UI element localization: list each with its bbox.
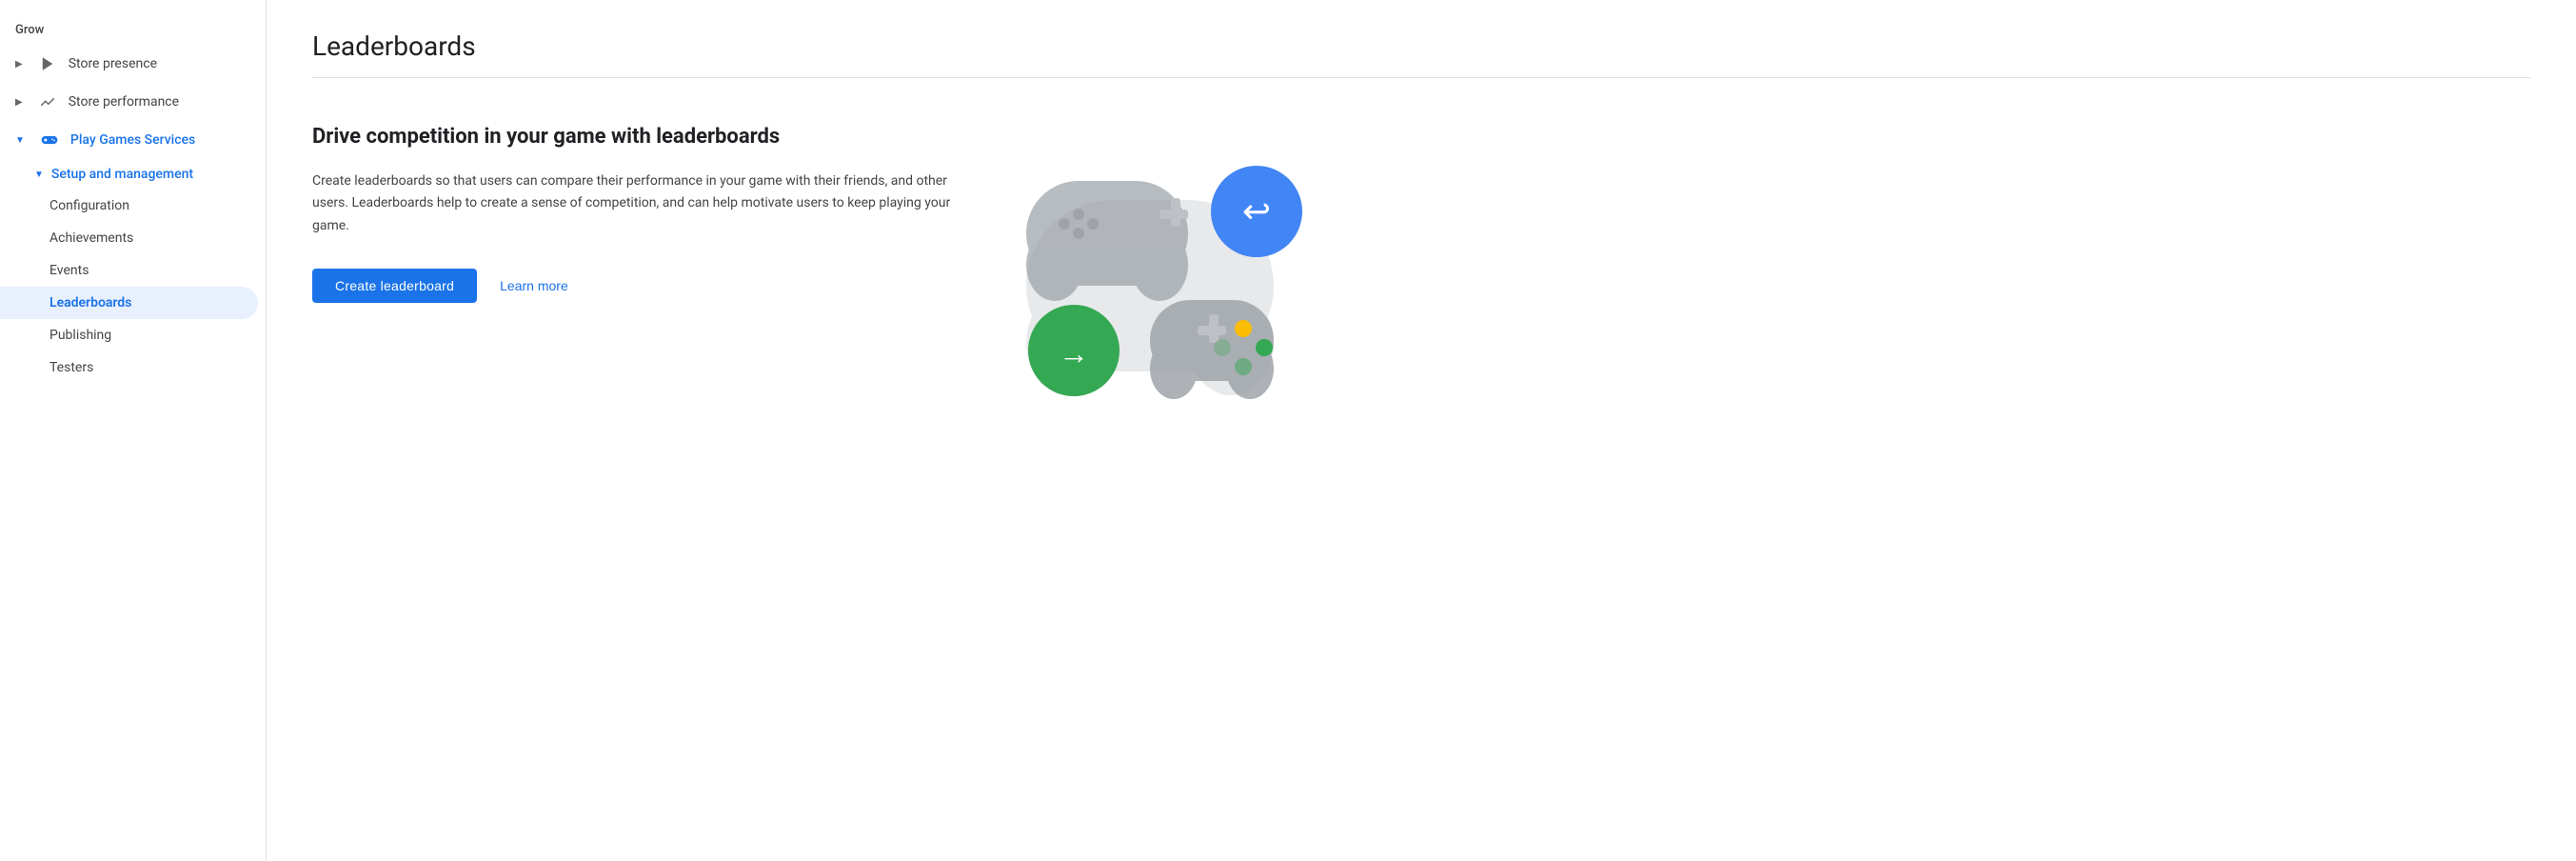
grow-label: Grow bbox=[0, 15, 266, 45]
action-row: Create leaderboard Learn more bbox=[312, 269, 960, 303]
content-area: Drive competition in your game with lead… bbox=[312, 124, 2530, 448]
sub-item-label: Events bbox=[50, 263, 89, 278]
sub-section-setup-management: ▼ Setup and management Configuration Ach… bbox=[0, 159, 266, 384]
sub-item-label: Leaderboards bbox=[50, 295, 131, 310]
section-body: Create leaderboards so that users can co… bbox=[312, 170, 960, 238]
learn-more-link[interactable]: Learn more bbox=[500, 269, 568, 303]
chevron-right-icon: ▶ bbox=[15, 59, 23, 70]
create-leaderboard-button[interactable]: Create leaderboard bbox=[312, 269, 477, 303]
sub-section-label[interactable]: Setup and management bbox=[51, 167, 193, 182]
gamepad-icon bbox=[40, 130, 59, 150]
chevron-right-icon: ▶ bbox=[15, 97, 23, 108]
sidebar-item-label: Play Games Services bbox=[70, 132, 195, 148]
sidebar-item-store-presence[interactable]: ▶ Store presence bbox=[0, 45, 258, 83]
sub-item-label: Configuration bbox=[50, 198, 129, 213]
sidebar-item-achievements[interactable]: Achievements bbox=[0, 222, 258, 254]
sub-item-label: Publishing bbox=[50, 328, 111, 343]
illustration: ↩ → bbox=[998, 124, 1302, 448]
sidebar-item-store-performance[interactable]: ▶ Store performance bbox=[0, 83, 258, 121]
chevron-down-icon: ▼ bbox=[15, 135, 25, 146]
sidebar-item-publishing[interactable]: Publishing bbox=[0, 319, 258, 351]
play-icon bbox=[38, 54, 57, 73]
sidebar: Grow ▶ Store presence ▶ Store performanc… bbox=[0, 0, 267, 861]
main-content: Leaderboards Drive competition in your g… bbox=[267, 0, 2576, 861]
sub-item-label: Achievements bbox=[50, 230, 133, 246]
page-title: Leaderboards bbox=[312, 30, 2530, 62]
sub-item-label: Testers bbox=[50, 360, 93, 375]
sidebar-item-events[interactable]: Events bbox=[0, 254, 258, 287]
sidebar-item-leaderboards[interactable]: Leaderboards bbox=[0, 287, 258, 319]
sidebar-item-label: Store performance bbox=[69, 94, 179, 110]
sidebar-item-configuration[interactable]: Configuration bbox=[0, 190, 258, 222]
sidebar-item-label: Store presence bbox=[69, 56, 157, 71]
trending-up-icon bbox=[38, 92, 57, 111]
divider bbox=[312, 77, 2530, 78]
sidebar-item-play-games-services[interactable]: ▼ Play Games Services bbox=[0, 121, 258, 159]
sidebar-item-testers[interactable]: Testers bbox=[0, 351, 258, 384]
text-section: Drive competition in your game with lead… bbox=[312, 124, 960, 303]
svg-text:→: → bbox=[1059, 335, 1089, 371]
section-heading: Drive competition in your game with lead… bbox=[312, 124, 960, 151]
svg-text:↩: ↩ bbox=[1242, 191, 1271, 231]
